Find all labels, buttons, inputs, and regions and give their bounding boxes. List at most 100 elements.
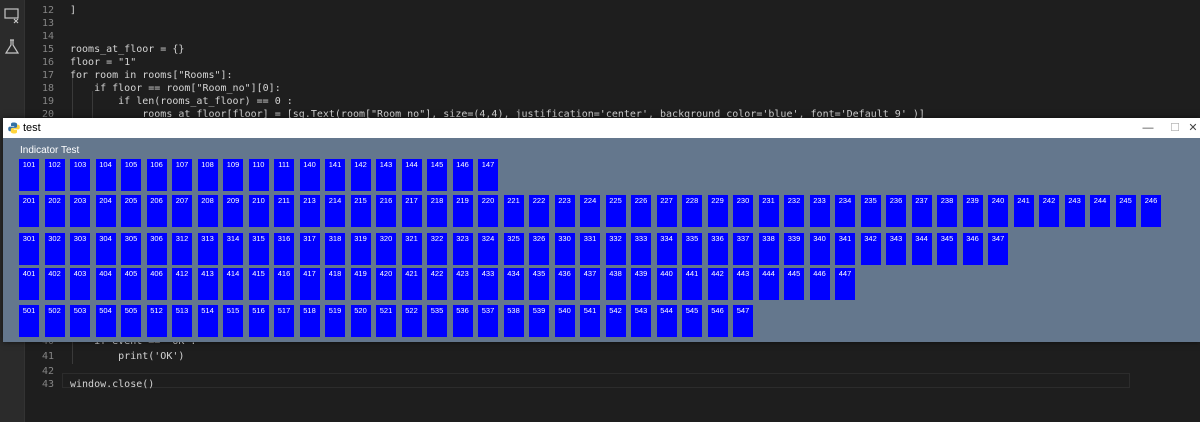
room-indicator: 545 bbox=[682, 305, 702, 337]
room-indicator: 242 bbox=[1039, 195, 1059, 227]
room-indicator: 216 bbox=[376, 195, 396, 227]
room-indicator: 104 bbox=[95, 159, 116, 191]
room-indicator: 421 bbox=[401, 268, 422, 300]
room-indicator: 345 bbox=[937, 233, 957, 265]
line-number: 18 bbox=[41, 83, 54, 94]
room-indicator: 535 bbox=[427, 305, 447, 337]
line-number: 41 bbox=[41, 351, 54, 362]
code-line: print('OK') bbox=[70, 351, 185, 362]
room-indicator: 316 bbox=[274, 233, 294, 265]
room-indicator: 213 bbox=[299, 195, 320, 227]
room-indicator: 144 bbox=[401, 159, 422, 191]
room-indicator: 143 bbox=[376, 159, 396, 191]
room-indicator: 245 bbox=[1115, 195, 1136, 227]
room-indicator: 101 bbox=[19, 159, 39, 191]
room-indicator: 146 bbox=[452, 159, 473, 191]
room-indicator: 325 bbox=[503, 233, 524, 265]
room-indicator: 111 bbox=[274, 159, 294, 191]
room-indicator: 335 bbox=[682, 233, 702, 265]
room-indicator: 235 bbox=[860, 195, 881, 227]
room-indicator: 547 bbox=[733, 305, 753, 337]
window-title: test bbox=[23, 122, 41, 134]
room-indicator: 518 bbox=[299, 305, 320, 337]
room-indicator: 542 bbox=[605, 305, 626, 337]
room-indicator: 521 bbox=[376, 305, 396, 337]
room-indicator: 544 bbox=[656, 305, 677, 337]
room-indicator: 314 bbox=[223, 233, 243, 265]
room-indicator: 332 bbox=[605, 233, 626, 265]
room-indicator: 416 bbox=[274, 268, 294, 300]
window-titlebar[interactable]: test — ☐ ✕ bbox=[3, 118, 1200, 138]
room-indicator: 331 bbox=[580, 233, 600, 265]
room-indicator: 422 bbox=[427, 268, 447, 300]
room-indicator: 433 bbox=[478, 268, 498, 300]
room-indicator: 215 bbox=[350, 195, 371, 227]
room-indicator: 206 bbox=[146, 195, 167, 227]
room-indicator: 306 bbox=[146, 233, 167, 265]
room-indicator: 105 bbox=[121, 159, 141, 191]
room-indicator: 516 bbox=[248, 305, 269, 337]
room-indicator: 226 bbox=[631, 195, 651, 227]
room-indicator: 223 bbox=[554, 195, 575, 227]
room-indicator: 303 bbox=[70, 233, 90, 265]
room-indicator: 204 bbox=[95, 195, 116, 227]
room-indicator: 219 bbox=[452, 195, 473, 227]
room-indicator: 214 bbox=[325, 195, 345, 227]
room-indicator: 318 bbox=[325, 233, 345, 265]
room-indicator: 224 bbox=[580, 195, 600, 227]
room-indicator: 343 bbox=[886, 233, 906, 265]
minimize-button[interactable]: — bbox=[1133, 120, 1163, 136]
room-indicator: 140 bbox=[299, 159, 320, 191]
room-indicator: 537 bbox=[478, 305, 498, 337]
room-indicator: 543 bbox=[631, 305, 651, 337]
room-indicator: 341 bbox=[835, 233, 855, 265]
room-indicator: 142 bbox=[350, 159, 371, 191]
room-indicator: 239 bbox=[962, 195, 983, 227]
room-indicator: 207 bbox=[172, 195, 192, 227]
room-indicator: 106 bbox=[146, 159, 167, 191]
close-button[interactable]: ✕ bbox=[1183, 120, 1200, 136]
room-indicator: 438 bbox=[605, 268, 626, 300]
room-indicator: 501 bbox=[19, 305, 39, 337]
room-indicator: 205 bbox=[121, 195, 141, 227]
code-line: if len(rooms_at_floor) == 0 : bbox=[70, 96, 293, 107]
room-indicator: 502 bbox=[44, 305, 65, 337]
testing-flask-icon[interactable] bbox=[3, 38, 21, 56]
code-line: for room in rooms["Rooms"]: bbox=[70, 70, 233, 81]
room-indicator: 315 bbox=[248, 233, 269, 265]
room-indicator: 326 bbox=[529, 233, 549, 265]
room-indicator: 402 bbox=[44, 268, 65, 300]
room-indicator: 517 bbox=[274, 305, 294, 337]
room-indicator: 241 bbox=[1013, 195, 1034, 227]
room-indicator: 243 bbox=[1064, 195, 1085, 227]
room-indicator: 444 bbox=[758, 268, 779, 300]
room-indicator: 447 bbox=[835, 268, 855, 300]
room-indicator: 423 bbox=[452, 268, 473, 300]
room-indicator: 404 bbox=[95, 268, 116, 300]
room-indicator: 234 bbox=[835, 195, 855, 227]
line-number: 12 bbox=[41, 5, 54, 16]
room-indicator: 147 bbox=[478, 159, 498, 191]
line-number: 15 bbox=[41, 44, 54, 55]
room-indicator: 330 bbox=[554, 233, 575, 265]
room-indicator: 412 bbox=[172, 268, 192, 300]
room-indicator: 218 bbox=[427, 195, 447, 227]
room-indicator: 539 bbox=[529, 305, 549, 337]
room-indicator: 418 bbox=[325, 268, 345, 300]
room-indicator: 312 bbox=[172, 233, 192, 265]
room-indicator: 417 bbox=[299, 268, 320, 300]
room-indicator: 520 bbox=[350, 305, 371, 337]
remote-explorer-icon[interactable] bbox=[3, 6, 21, 24]
room-indicator: 420 bbox=[376, 268, 396, 300]
room-indicator: 313 bbox=[197, 233, 218, 265]
room-indicator: 301 bbox=[19, 233, 39, 265]
line-number: 42 bbox=[41, 366, 54, 377]
room-indicator: 225 bbox=[605, 195, 626, 227]
room-indicator: 302 bbox=[44, 233, 65, 265]
room-indicator: 505 bbox=[121, 305, 141, 337]
room-indicator: 238 bbox=[937, 195, 957, 227]
room-indicator: 415 bbox=[248, 268, 269, 300]
line-number: 16 bbox=[41, 57, 54, 68]
room-indicator: 322 bbox=[427, 233, 447, 265]
room-indicator: 220 bbox=[478, 195, 498, 227]
